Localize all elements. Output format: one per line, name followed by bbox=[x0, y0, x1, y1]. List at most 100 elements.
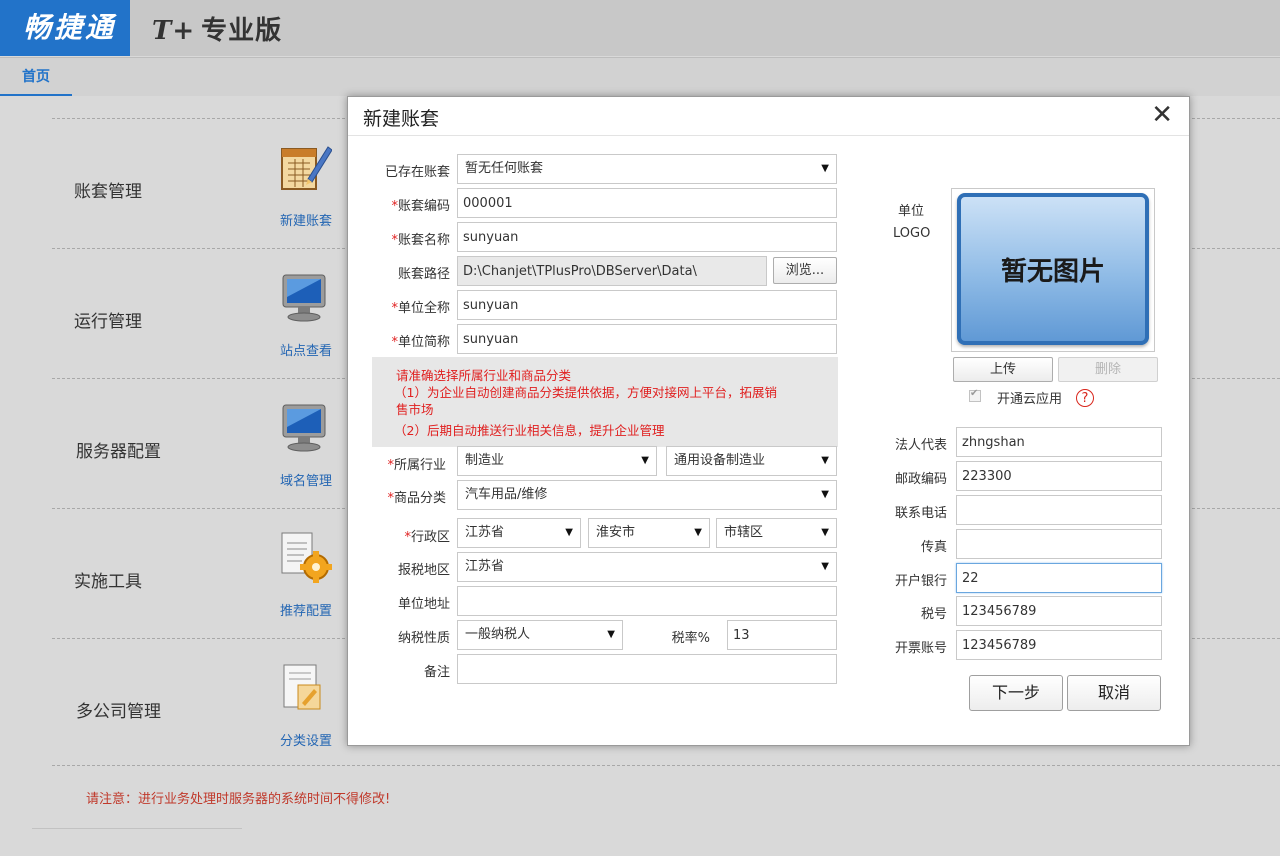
chevron-down-icon: ▼ bbox=[821, 163, 829, 174]
phone-label: 联系电话 bbox=[894, 506, 947, 521]
divider bbox=[52, 765, 1280, 766]
hint-line: （1）为企业自动创建商品分类提供依据，方便对接网上平台，拓展销 bbox=[394, 385, 777, 400]
dialog-header: 新建账套 ✕ bbox=[348, 97, 1189, 136]
upload-button[interactable]: 上传 bbox=[953, 357, 1053, 382]
module-title: 账套管理 bbox=[74, 182, 142, 202]
monitor-icon[interactable] bbox=[278, 271, 332, 325]
ledger-path-label: 账套路径 bbox=[397, 267, 450, 282]
ledger-name-input[interactable] bbox=[457, 222, 837, 252]
edition-label: 专业版 bbox=[201, 16, 283, 46]
legal-rep-label: 法人代表 bbox=[894, 438, 947, 453]
remark-input[interactable] bbox=[457, 654, 837, 684]
industry-select[interactable]: 制造业 ▼ bbox=[457, 446, 657, 476]
next-step-button[interactable]: 下一步 bbox=[969, 675, 1063, 711]
unit-shortname-label: *单位简称 bbox=[360, 331, 450, 350]
city-value: 淮安市 bbox=[596, 525, 636, 540]
fax-label: 传真 bbox=[920, 540, 947, 555]
logo-label-2: LOGO bbox=[893, 226, 931, 241]
tax-type-value: 一般纳税人 bbox=[465, 627, 531, 642]
close-icon[interactable]: ✕ bbox=[1151, 101, 1173, 129]
chevron-down-icon: ▼ bbox=[821, 455, 829, 466]
industry-sub-value: 通用设备制造业 bbox=[674, 453, 766, 468]
module-title: 实施工具 bbox=[74, 572, 142, 592]
new-ledger-link[interactable]: 新建账套 bbox=[280, 210, 332, 229]
edition-prefix: T+ bbox=[152, 16, 196, 46]
bank-input[interactable] bbox=[956, 563, 1162, 593]
ledger-code-label-text: 账套编码 bbox=[397, 199, 450, 214]
chevron-down-icon: ▼ bbox=[641, 455, 649, 466]
category-label-text: 商品分类 bbox=[393, 491, 446, 506]
tax-number-label: 税号 bbox=[920, 607, 947, 622]
system-time-notice: 请注意：进行业务处理时服务器的系统时间不得修改! bbox=[86, 792, 391, 807]
unit-shortname-label-text: 单位简称 bbox=[397, 335, 450, 350]
tax-region-label: 报税地区 bbox=[397, 563, 450, 578]
product-edition: T+ 专业版 bbox=[152, 10, 282, 47]
module-title: 多公司管理 bbox=[76, 702, 161, 722]
remark-label: 备注 bbox=[423, 665, 450, 680]
existing-ledger-select[interactable]: 暂无任何账套 ▼ bbox=[457, 154, 837, 184]
top-header: 畅捷通 T+ 专业版 bbox=[0, 0, 1280, 56]
site-view-link[interactable]: 站点查看 bbox=[280, 340, 332, 359]
region-label: *行政区 bbox=[360, 526, 450, 545]
document-gear-icon[interactable] bbox=[278, 531, 332, 585]
tab-home[interactable]: 首页 bbox=[0, 58, 72, 96]
tax-region-value: 江苏省 bbox=[465, 559, 505, 574]
tax-type-label: 纳税性质 bbox=[397, 631, 450, 646]
cloud-app-checkbox[interactable] bbox=[969, 388, 981, 402]
chevron-down-icon: ▼ bbox=[821, 561, 829, 572]
industry-sub-select[interactable]: 通用设备制造业 ▼ bbox=[666, 446, 837, 476]
address-input[interactable] bbox=[457, 586, 837, 616]
phone-input[interactable] bbox=[956, 495, 1162, 525]
category-settings-link[interactable]: 分类设置 bbox=[280, 730, 332, 749]
industry-label-text: 所属行业 bbox=[393, 458, 446, 473]
tax-region-select[interactable]: 江苏省 ▼ bbox=[457, 552, 837, 582]
ledger-path-input[interactable] bbox=[457, 256, 767, 286]
hint-line: （2）后期自动推送行业相关信息，提升企业管理 bbox=[394, 423, 665, 438]
cancel-button[interactable]: 取消 bbox=[1067, 675, 1161, 711]
logo-preview: 暂无图片 bbox=[951, 188, 1155, 352]
monitor-icon[interactable] bbox=[278, 401, 332, 455]
nav-bar: 首页 bbox=[0, 57, 1280, 96]
industry-value: 制造业 bbox=[465, 453, 505, 468]
district-select[interactable]: 市辖区 ▼ bbox=[716, 518, 837, 548]
hint-line: 请准确选择所属行业和商品分类 bbox=[396, 368, 572, 383]
fax-input[interactable] bbox=[956, 529, 1162, 559]
ledger-name-label-text: 账套名称 bbox=[397, 233, 450, 248]
zip-code-input[interactable] bbox=[956, 461, 1162, 491]
recommend-config-link[interactable]: 推荐配置 bbox=[280, 600, 332, 619]
logo-label-1: 单位 bbox=[898, 204, 925, 219]
tax-type-select[interactable]: 一般纳税人 ▼ bbox=[457, 620, 623, 650]
document-edit-icon[interactable] bbox=[278, 661, 332, 715]
delete-button[interactable]: 删除 bbox=[1058, 357, 1158, 382]
module-title: 运行管理 bbox=[74, 312, 142, 332]
brand-logo: 畅捷通 bbox=[0, 0, 130, 56]
category-select[interactable]: 汽车用品/维修 ▼ bbox=[457, 480, 837, 510]
district-value: 市辖区 bbox=[724, 525, 764, 540]
city-select[interactable]: 淮安市 ▼ bbox=[588, 518, 710, 548]
module-title: 服务器配置 bbox=[76, 442, 161, 462]
chevron-down-icon: ▼ bbox=[694, 527, 702, 538]
unit-shortname-input[interactable] bbox=[457, 324, 837, 354]
ledger-code-input[interactable] bbox=[457, 188, 837, 218]
ledger-code-label: *账套编码 bbox=[360, 195, 450, 214]
tax-number-input[interactable] bbox=[956, 596, 1162, 626]
legal-rep-input[interactable] bbox=[956, 427, 1162, 457]
dialog-title: 新建账套 bbox=[363, 108, 440, 130]
ledger-name-label: *账套名称 bbox=[360, 229, 450, 248]
industry-label: *所属行业 bbox=[356, 454, 446, 473]
province-value: 江苏省 bbox=[465, 525, 505, 540]
chevron-down-icon: ▼ bbox=[821, 489, 829, 500]
ledger-book-pencil-icon[interactable] bbox=[278, 141, 332, 195]
category-value: 汽车用品/维修 bbox=[465, 487, 548, 502]
invoice-account-input[interactable] bbox=[956, 630, 1162, 660]
help-icon[interactable]: ? bbox=[1076, 389, 1094, 407]
tax-rate-label: 税率% bbox=[671, 631, 710, 646]
existing-ledger-label: 已存在账套 bbox=[384, 165, 450, 180]
new-ledger-dialog: 新建账套 ✕ 已存在账套 暂无任何账套 ▼ *账套编码 *账套名称 账套路径 浏… bbox=[347, 96, 1190, 746]
unit-fullname-input[interactable] bbox=[457, 290, 837, 320]
domain-manage-link[interactable]: 域名管理 bbox=[280, 470, 332, 489]
browse-button[interactable]: 浏览... bbox=[773, 257, 837, 284]
province-select[interactable]: 江苏省 ▼ bbox=[457, 518, 581, 548]
divider bbox=[32, 828, 242, 829]
tax-rate-input[interactable] bbox=[727, 620, 837, 650]
